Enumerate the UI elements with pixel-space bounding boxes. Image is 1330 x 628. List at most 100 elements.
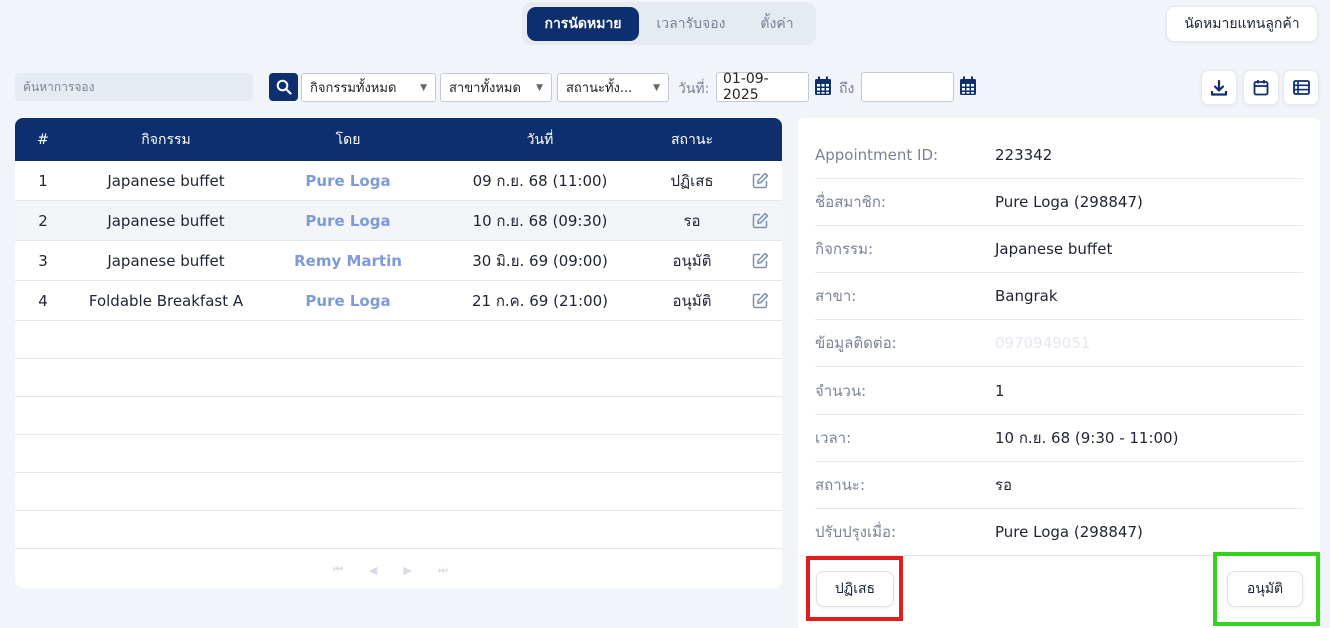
table-row[interactable]: 4 Foldable Breakfast A Pure Loga 21 ก.ค.…	[15, 281, 782, 321]
calendar-view-button[interactable]	[1243, 70, 1279, 105]
header-index: #	[37, 131, 49, 148]
empty-row	[15, 397, 782, 435]
detail-value: Pure Loga (298847)	[995, 193, 1143, 211]
edit-icon	[752, 212, 769, 229]
detail-label: เวลา:	[815, 429, 852, 447]
tab-appointments[interactable]: การนัดหมาย	[527, 6, 639, 41]
top-tabs: การนัดหมาย เวลารับจอง ตั้งค่า	[522, 2, 816, 45]
row-activity: Japanese buffet	[107, 171, 225, 190]
detail-label: ปรับปรุงเมื่อ:	[815, 523, 897, 541]
detail-row-appointment-id: Appointment ID: 223342	[815, 132, 1303, 179]
caret-down-icon: ▼	[653, 82, 660, 93]
detail-row-updated-by: ปรับปรุงเมื่อ: Pure Loga (298847)	[815, 509, 1303, 556]
calendar-icon[interactable]	[959, 76, 977, 96]
detail-label: สาขา:	[815, 287, 857, 305]
empty-row	[15, 359, 782, 397]
detail-label: Appointment ID:	[815, 146, 939, 164]
detail-row-time: เวลา: 10 ก.ย. 68 (9:30 - 11:00)	[815, 415, 1303, 462]
detail-value: Pure Loga (298847)	[995, 523, 1143, 541]
caret-down-icon: ▼	[536, 82, 543, 93]
date-from-input[interactable]: 01-09-2025	[716, 71, 809, 103]
tab-booking-hours[interactable]: เวลารับจอง	[643, 7, 739, 41]
edit-button[interactable]	[739, 292, 782, 309]
activity-select-value: กิจกรรมทั้งหมด	[310, 81, 397, 96]
table-view-button[interactable]	[1283, 70, 1319, 105]
detail-value: 10 ก.ย. 68 (9:30 - 11:00)	[995, 429, 1179, 447]
header-activity: กิจกรรม	[141, 131, 191, 148]
detail-value: 1	[995, 382, 1005, 400]
detail-label: ชื่อสมาชิก:	[815, 193, 886, 211]
branch-select-value: สาขาทั้งหมด	[449, 81, 521, 96]
detail-row-status: สถานะ: รอ	[815, 462, 1303, 509]
book-for-customer-button[interactable]: นัดหมายแทนลูกค้า	[1166, 6, 1318, 42]
detail-row-contact: ข้อมูลติดต่อ: 0970949051	[815, 320, 1303, 367]
empty-row	[15, 321, 782, 359]
pagination: ⏮ ◀ ▶ ⏭	[333, 562, 463, 578]
detail-row-activity: กิจกรรม: Japanese buffet	[815, 226, 1303, 273]
row-status: อนุมัติ	[672, 251, 712, 270]
row-status: ปฏิเสธ	[670, 171, 714, 190]
table-row[interactable]: 2 Japanese buffet Pure Loga 10 ก.ย. 68 (…	[15, 201, 782, 241]
row-activity: Japanese buffet	[107, 211, 225, 230]
search-button[interactable]	[269, 73, 298, 101]
detail-row-member-name: ชื่อสมาชิก: Pure Loga (298847)	[815, 179, 1303, 226]
first-page-icon[interactable]: ⏮	[333, 563, 343, 577]
detail-label: กิจกรรม:	[815, 240, 874, 258]
row-date: 21 ก.ค. 69 (21:00)	[471, 291, 609, 310]
detail-row-branch: สาขา: Bangrak	[815, 273, 1303, 320]
next-page-icon[interactable]: ▶	[403, 564, 411, 577]
row-by-link[interactable]: Pure Loga	[261, 212, 435, 230]
row-by-link[interactable]: Pure Loga	[261, 172, 435, 190]
calendar-icon	[1253, 80, 1269, 96]
prev-page-icon[interactable]: ◀	[369, 564, 377, 577]
row-index: 3	[38, 251, 48, 270]
row-status: รอ	[683, 211, 701, 230]
edit-icon	[752, 252, 769, 269]
appointments-table: # กิจกรรม โดย วันที่ สถานะ 1 Japanese bu…	[15, 118, 782, 588]
date-label: วันที่:	[678, 81, 710, 97]
edit-icon	[752, 172, 769, 189]
branch-select[interactable]: สาขาทั้งหมด ▼	[440, 73, 552, 102]
date-to-input[interactable]	[861, 72, 954, 102]
activity-select[interactable]: กิจกรรมทั้งหมด ▼	[301, 73, 436, 102]
edit-button[interactable]	[739, 212, 782, 229]
last-page-icon[interactable]: ⏭	[438, 563, 448, 577]
table-header: # กิจกรรม โดย วันที่ สถานะ	[15, 118, 782, 161]
table-row[interactable]: 3 Japanese buffet Remy Martin 30 มิ.ย. 6…	[15, 241, 782, 281]
header-by: โดย	[335, 131, 361, 148]
empty-row	[15, 435, 782, 473]
edit-button[interactable]	[739, 252, 782, 269]
row-by-link[interactable]: Pure Loga	[261, 292, 435, 310]
empty-row	[15, 511, 782, 549]
header-date: วันที่	[526, 131, 554, 148]
search-input[interactable]	[15, 73, 253, 101]
to-label: ถึง	[839, 81, 855, 97]
detail-value: Bangrak	[995, 287, 1058, 305]
detail-value: Japanese buffet	[995, 240, 1113, 258]
approve-highlight-box	[1213, 552, 1320, 626]
edit-icon	[752, 292, 769, 309]
row-date: 10 ก.ย. 68 (09:30)	[472, 211, 608, 230]
table-row[interactable]: 1 Japanese buffet Pure Loga 09 ก.ย. 68 (…	[15, 161, 782, 201]
tab-settings[interactable]: ตั้งค่า	[743, 7, 811, 41]
row-activity: Japanese buffet	[107, 251, 225, 270]
status-select-value: สถานะทั้ง...	[566, 81, 633, 96]
detail-label: จำนวน:	[815, 382, 867, 400]
row-by-link[interactable]: Remy Martin	[261, 252, 435, 270]
empty-row	[15, 473, 782, 511]
detail-value: 0970949051	[995, 334, 1091, 352]
detail-row-quantity: จำนวน: 1	[815, 368, 1303, 415]
row-date: 30 มิ.ย. 69 (09:00)	[472, 251, 608, 270]
calendar-icon[interactable]	[814, 76, 832, 96]
detail-label: สถานะ:	[815, 476, 866, 494]
table-icon	[1292, 80, 1310, 95]
download-button[interactable]	[1201, 70, 1237, 105]
row-activity: Foldable Breakfast A	[88, 291, 244, 310]
status-select[interactable]: สถานะทั้ง... ▼	[557, 73, 669, 102]
header-status: สถานะ	[671, 131, 713, 148]
caret-down-icon: ▼	[420, 82, 427, 93]
row-status: อนุมัติ	[672, 291, 712, 310]
download-icon	[1210, 79, 1228, 96]
edit-button[interactable]	[739, 172, 782, 189]
detail-value: 223342	[995, 146, 1053, 164]
